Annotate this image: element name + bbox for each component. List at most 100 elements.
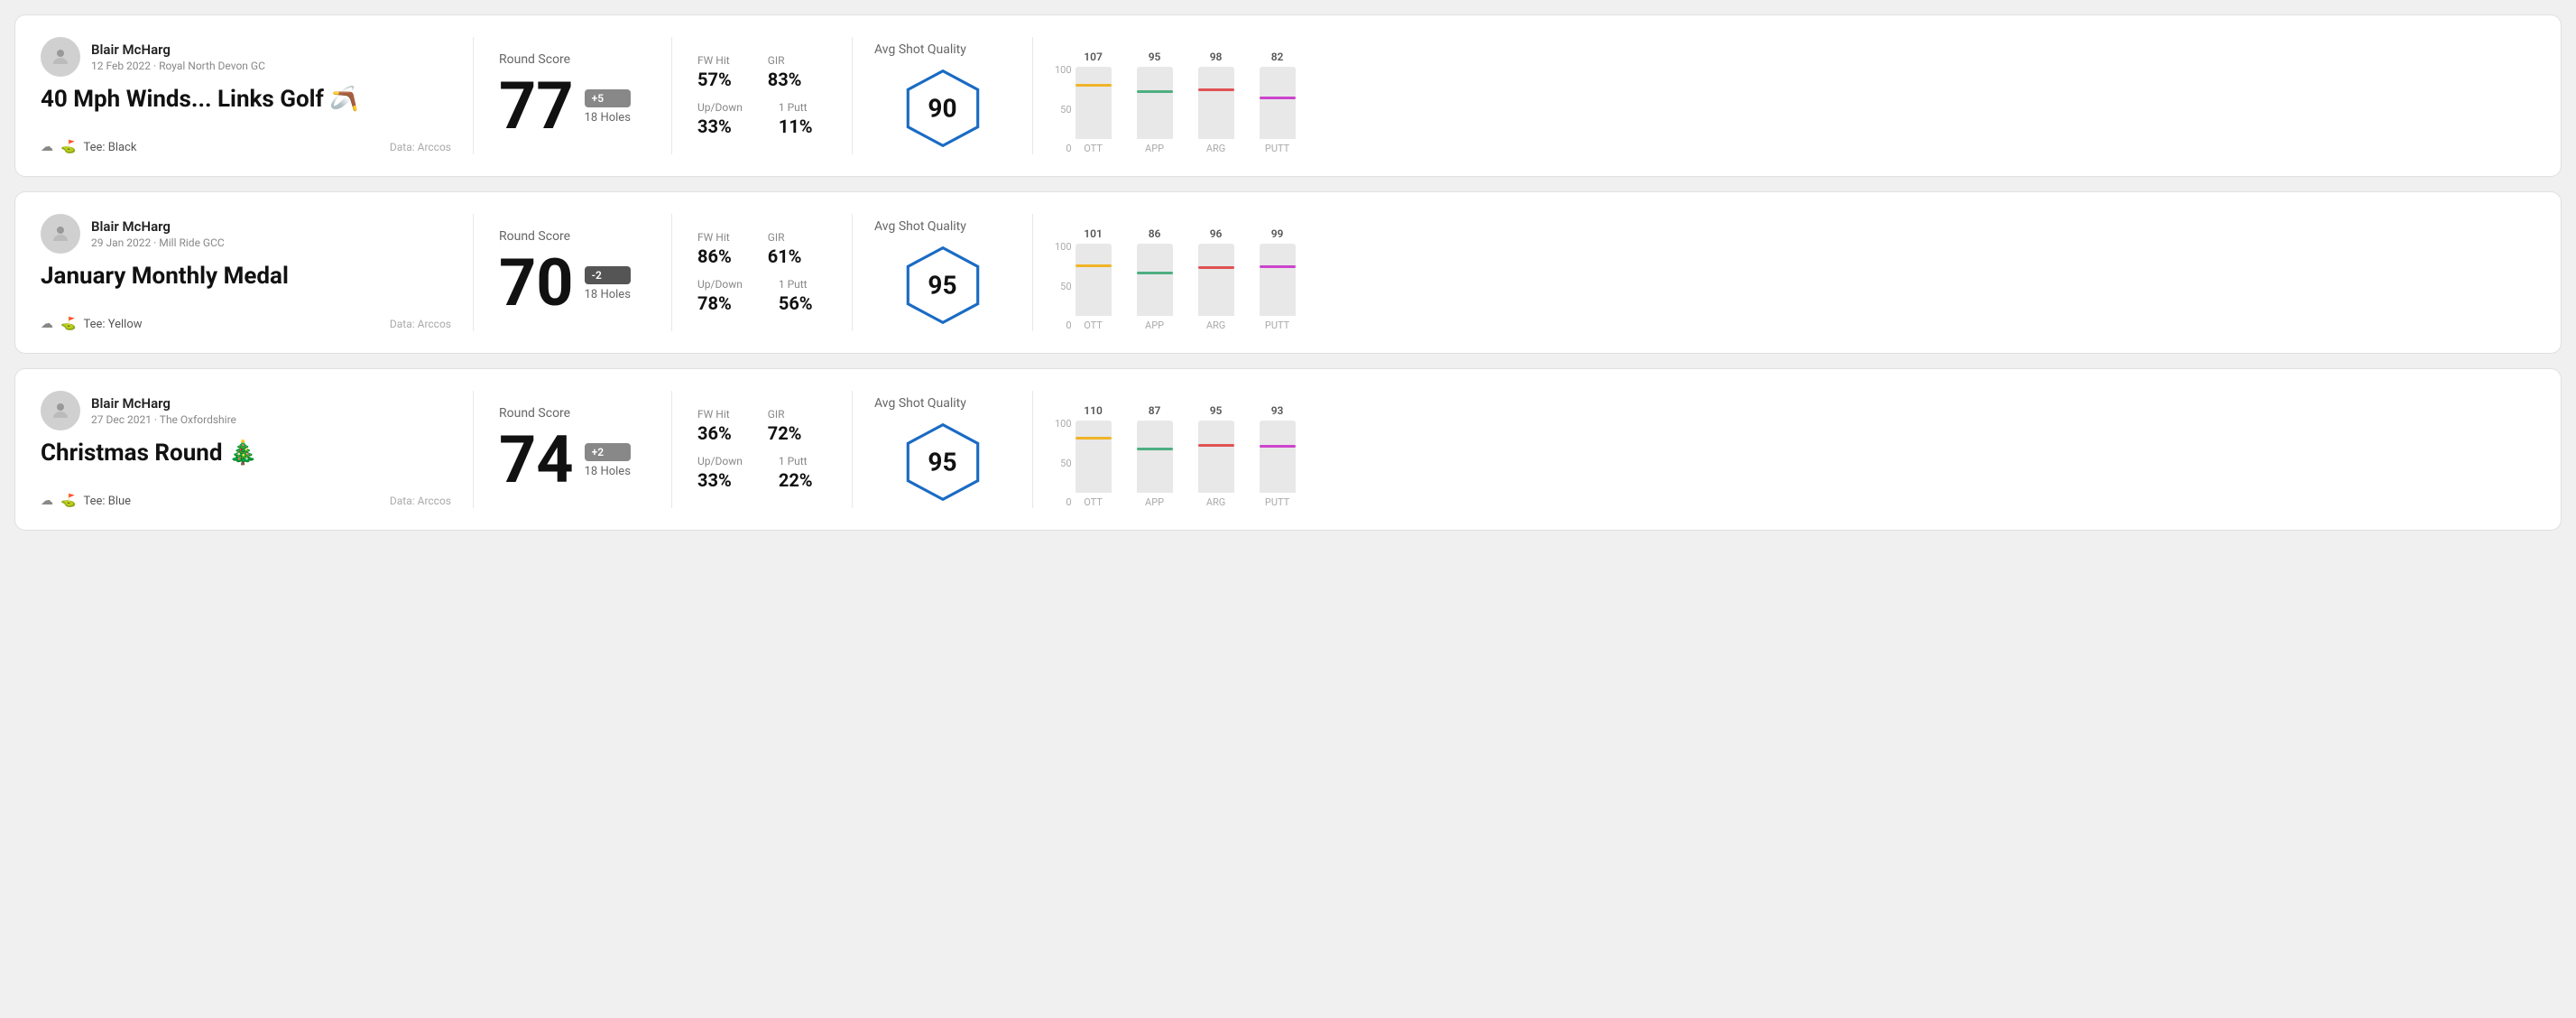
quality-section: Avg Shot Quality 95 (853, 214, 1033, 331)
score-row: 74 +2 18 Holes (499, 428, 646, 493)
bar-group-app: 86 APP (1137, 227, 1173, 331)
gir-stat: GIR 72% (768, 408, 802, 444)
bar-group-arg: 95 ARG (1198, 404, 1234, 508)
updown-stat: Up/Down 33% (697, 455, 743, 491)
round-card-2: Blair McHarg 29 Jan 2022 · Mill Ride GCC… (14, 191, 2562, 354)
quality-label: Avg Shot Quality (874, 42, 966, 57)
stats-row-bottom: Up/Down 78% 1 Putt 56% (697, 278, 826, 314)
round-score-label: Round Score (499, 406, 646, 421)
bag-icon: ⛳ (60, 140, 76, 154)
avatar (41, 37, 80, 77)
round-score-label: Round Score (499, 229, 646, 244)
weather-icon: ☁ (41, 317, 53, 331)
bottom-row: ☁ ⛳ Tee: Blue Data: Arccos (41, 494, 451, 508)
score-row: 70 -2 18 Holes (499, 251, 646, 316)
hexagon-wrapper: 95 (902, 421, 983, 503)
round-title: January Monthly Medal (41, 263, 451, 290)
score-section: Round Score 74 +2 18 Holes (474, 391, 672, 508)
score-badge: -2 (585, 266, 631, 284)
round-score-label: Round Score (499, 52, 646, 67)
holes-label: 18 Holes (585, 465, 631, 478)
gir-stat: GIR 83% (768, 54, 802, 90)
hexagon-wrapper: 95 (902, 245, 983, 326)
updown-stat: Up/Down 33% (697, 101, 743, 137)
user-name: Blair McHarg (91, 42, 265, 58)
tee-info: ☁ ⛳ Tee: Blue (41, 494, 131, 508)
stats-section: FW Hit 86% GIR 61% Up/Down 78% 1 Putt 56… (672, 214, 853, 331)
bar-group-putt: 82 PUTT (1260, 51, 1296, 154)
quality-label: Avg Shot Quality (874, 219, 966, 234)
weather-icon: ☁ (41, 140, 53, 154)
bar-group-app: 95 APP (1137, 51, 1173, 154)
bar-group-ott: 107 OTT (1076, 51, 1112, 154)
oneputt-stat: 1 Putt 56% (779, 278, 813, 314)
quality-section: Avg Shot Quality 90 (853, 37, 1033, 154)
data-source: Data: Arccos (390, 141, 451, 153)
bottom-row: ☁ ⛳ Tee: Black Data: Arccos (41, 140, 451, 154)
data-source: Data: Arccos (390, 495, 451, 507)
date-venue: 27 Dec 2021 · The Oxfordshire (91, 413, 236, 426)
stats-section: FW Hit 57% GIR 83% Up/Down 33% 1 Putt 11… (672, 37, 853, 154)
user-info: Blair McHarg 12 Feb 2022 · Royal North D… (91, 42, 265, 72)
score-detail: -2 18 Holes (585, 266, 631, 301)
bar-group-ott: 101 OTT (1076, 227, 1112, 331)
left-section: Blair McHarg 29 Jan 2022 · Mill Ride GCC… (41, 214, 474, 331)
user-name: Blair McHarg (91, 218, 225, 235)
user-info: Blair McHarg 27 Dec 2021 · The Oxfordshi… (91, 395, 236, 426)
stats-row-bottom: Up/Down 33% 1 Putt 11% (697, 101, 826, 137)
bar-chart: 100500 107 OTT 95 APP 98 ARG 82 (1055, 37, 2521, 154)
bar-chart: 100500 110 OTT 87 APP 95 ARG 93 (1055, 391, 2521, 508)
hex-score: 95 (928, 271, 956, 301)
fw-hit-stat: FW Hit 36% (697, 408, 732, 444)
avatar (41, 214, 80, 254)
bottom-row: ☁ ⛳ Tee: Yellow Data: Arccos (41, 317, 451, 331)
oneputt-stat: 1 Putt 22% (779, 455, 813, 491)
chart-section: 100500 101 OTT 86 APP 96 ARG 99 (1033, 214, 2535, 331)
stats-row-top: FW Hit 36% GIR 72% (697, 408, 826, 444)
bar-group-app: 87 APP (1137, 404, 1173, 508)
score-detail: +5 18 Holes (585, 89, 631, 125)
score-detail: +2 18 Holes (585, 443, 631, 478)
gir-stat: GIR 61% (768, 231, 802, 267)
hex-score: 95 (928, 448, 956, 477)
avatar (41, 391, 80, 430)
bag-icon: ⛳ (60, 317, 76, 331)
score-badge: +2 (585, 443, 631, 461)
user-row: Blair McHarg 27 Dec 2021 · The Oxfordshi… (41, 391, 451, 430)
date-venue: 12 Feb 2022 · Royal North Devon GC (91, 60, 265, 72)
bar-group-arg: 96 ARG (1198, 227, 1234, 331)
score-section: Round Score 70 -2 18 Holes (474, 214, 672, 331)
round-title: 40 Mph Winds... Links Golf 🪃 (41, 86, 451, 113)
stats-row-bottom: Up/Down 33% 1 Putt 22% (697, 455, 826, 491)
left-section: Blair McHarg 12 Feb 2022 · Royal North D… (41, 37, 474, 154)
oneputt-stat: 1 Putt 11% (779, 101, 813, 137)
tee-info: ☁ ⛳ Tee: Black (41, 140, 136, 154)
bag-icon: ⛳ (60, 494, 76, 508)
updown-stat: Up/Down 78% (697, 278, 743, 314)
user-info: Blair McHarg 29 Jan 2022 · Mill Ride GCC (91, 218, 225, 249)
bar-group-ott: 110 OTT (1076, 404, 1112, 508)
fw-hit-stat: FW Hit 57% (697, 54, 732, 90)
round-title: Christmas Round 🎄 (41, 440, 451, 467)
holes-label: 18 Holes (585, 111, 631, 125)
user-row: Blair McHarg 12 Feb 2022 · Royal North D… (41, 37, 451, 77)
tee-info: ☁ ⛳ Tee: Yellow (41, 317, 143, 331)
score-row: 77 +5 18 Holes (499, 74, 646, 139)
bar-group-putt: 93 PUTT (1260, 404, 1296, 508)
hex-score: 90 (928, 94, 956, 124)
weather-icon: ☁ (41, 494, 53, 508)
tee-label: Tee: Blue (83, 495, 131, 508)
round-card-1: Blair McHarg 12 Feb 2022 · Royal North D… (14, 14, 2562, 177)
bar-chart: 100500 101 OTT 86 APP 96 ARG 99 (1055, 214, 2521, 331)
round-card-3: Blair McHarg 27 Dec 2021 · The Oxfordshi… (14, 368, 2562, 531)
score-number: 70 (499, 251, 574, 316)
bar-group-putt: 99 PUTT (1260, 227, 1296, 331)
data-source: Data: Arccos (390, 318, 451, 330)
stats-row-top: FW Hit 57% GIR 83% (697, 54, 826, 90)
quality-label: Avg Shot Quality (874, 396, 966, 411)
score-badge: +5 (585, 89, 631, 107)
tee-label: Tee: Black (83, 141, 136, 154)
hexagon-wrapper: 90 (902, 68, 983, 149)
stats-section: FW Hit 36% GIR 72% Up/Down 33% 1 Putt 22… (672, 391, 853, 508)
fw-hit-stat: FW Hit 86% (697, 231, 732, 267)
